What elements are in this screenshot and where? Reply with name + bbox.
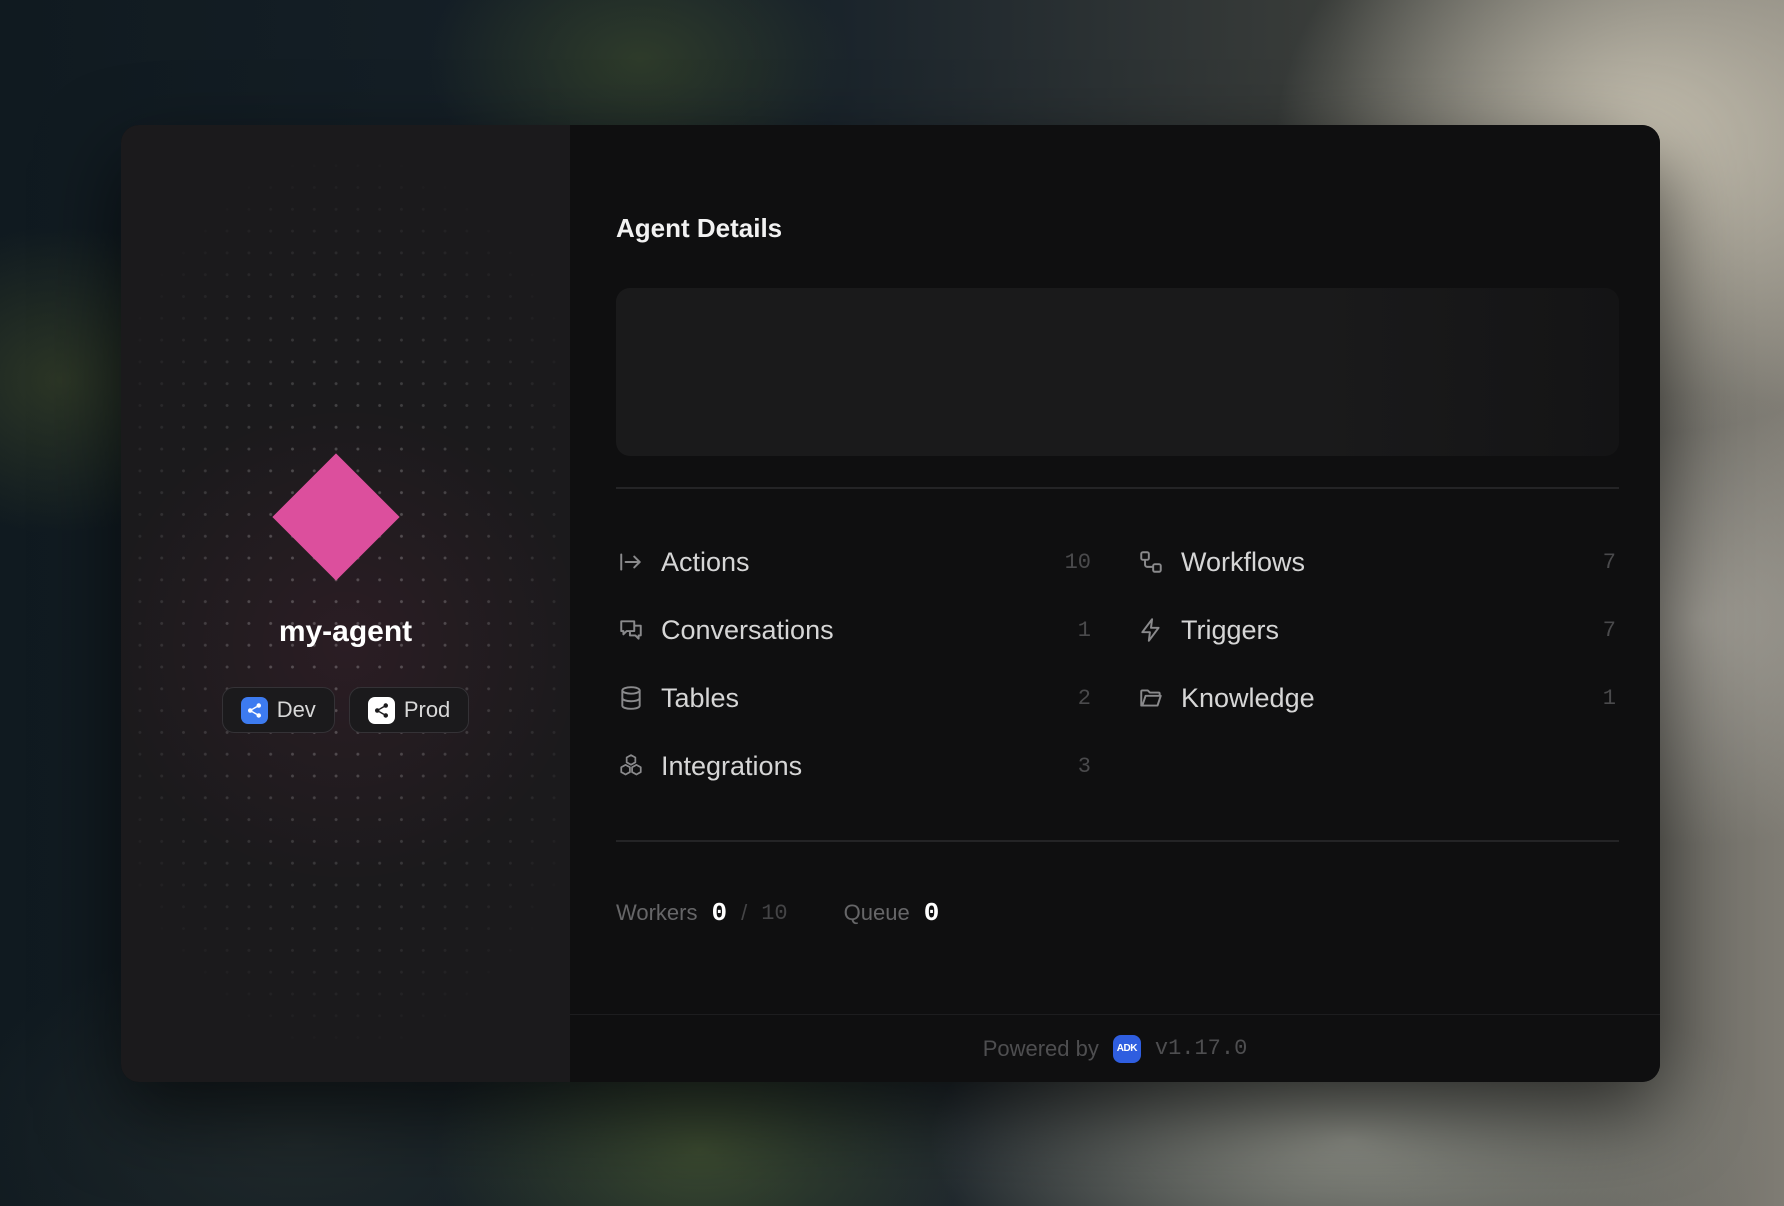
load-status: Workers 0 / 10 Queue 0 (616, 893, 939, 933)
stat-knowledge[interactable]: Knowledge 1 (1136, 678, 1616, 718)
database-icon (616, 683, 646, 713)
stat-triggers[interactable]: Triggers 7 (1136, 610, 1616, 650)
env-label-dev: Dev (276, 697, 316, 722)
agent-name: my-agent (278, 615, 413, 648)
adk-badge[interactable]: ADK (1112, 1034, 1141, 1063)
workers-label: Workers (616, 900, 698, 925)
stat-label: Triggers (1181, 614, 1280, 645)
stat-workflows[interactable]: Workflows 7 (1136, 542, 1616, 582)
stat-count: 7 (1602, 617, 1616, 643)
divider (616, 840, 1619, 842)
stat-count: 2 (1077, 685, 1091, 711)
agent-card: my-agent Dev Prod Agent Details Actions … (121, 125, 1660, 1082)
workers-value: 0 (711, 898, 728, 928)
folder-icon (1136, 683, 1166, 713)
stat-count: 1 (1077, 617, 1091, 643)
stat-count: 10 (1064, 549, 1091, 575)
stat-label: Workflows (1181, 546, 1306, 577)
stat-label: Integrations (661, 750, 803, 781)
stat-label: Conversations (661, 614, 834, 645)
queue-value: 0 (923, 898, 940, 928)
stat-label: Tables (661, 682, 740, 713)
queue-label: Queue (843, 900, 910, 925)
section-title: Agent Details (616, 213, 783, 243)
stat-label: Actions (661, 546, 750, 577)
chat-bubbles-icon (616, 615, 646, 645)
share-icon (367, 696, 395, 724)
stat-tables[interactable]: Tables 2 (616, 678, 1091, 718)
stat-count: 1 (1602, 685, 1616, 711)
env-label-prod: Prod (403, 697, 451, 722)
arrow-right-bar-icon (616, 547, 646, 577)
environment-buttons: Dev Prod (121, 687, 570, 733)
workers-separator: / (741, 900, 748, 925)
stat-conversations[interactable]: Conversations 1 (616, 610, 1091, 650)
stat-count: 7 (1602, 549, 1616, 575)
env-button-dev[interactable]: Dev (221, 687, 335, 733)
stat-count: 3 (1077, 753, 1091, 779)
workers-max: 10 (761, 900, 788, 926)
stat-label: Knowledge (1181, 682, 1315, 713)
footer: Powered by ADK v1.17.0 (570, 1014, 1660, 1082)
agent-identity-panel: my-agent Dev Prod (121, 125, 570, 1082)
stat-actions[interactable]: Actions 10 (616, 542, 1091, 582)
divider (616, 487, 1619, 489)
share-icon (240, 696, 268, 724)
lightning-icon (1136, 615, 1166, 645)
agent-details-panel: Agent Details Actions 10 Conversations 1 (570, 125, 1660, 1082)
boxes-icon (616, 751, 646, 781)
dot-grid-pattern (121, 125, 570, 1082)
powered-by-text: Powered by (982, 1035, 1099, 1061)
loading-placeholder (616, 288, 1619, 456)
workflow-icon (1136, 547, 1166, 577)
stat-integrations[interactable]: Integrations 3 (616, 746, 1091, 786)
version-text: v1.17.0 (1154, 1036, 1248, 1061)
env-button-prod[interactable]: Prod (348, 687, 470, 733)
